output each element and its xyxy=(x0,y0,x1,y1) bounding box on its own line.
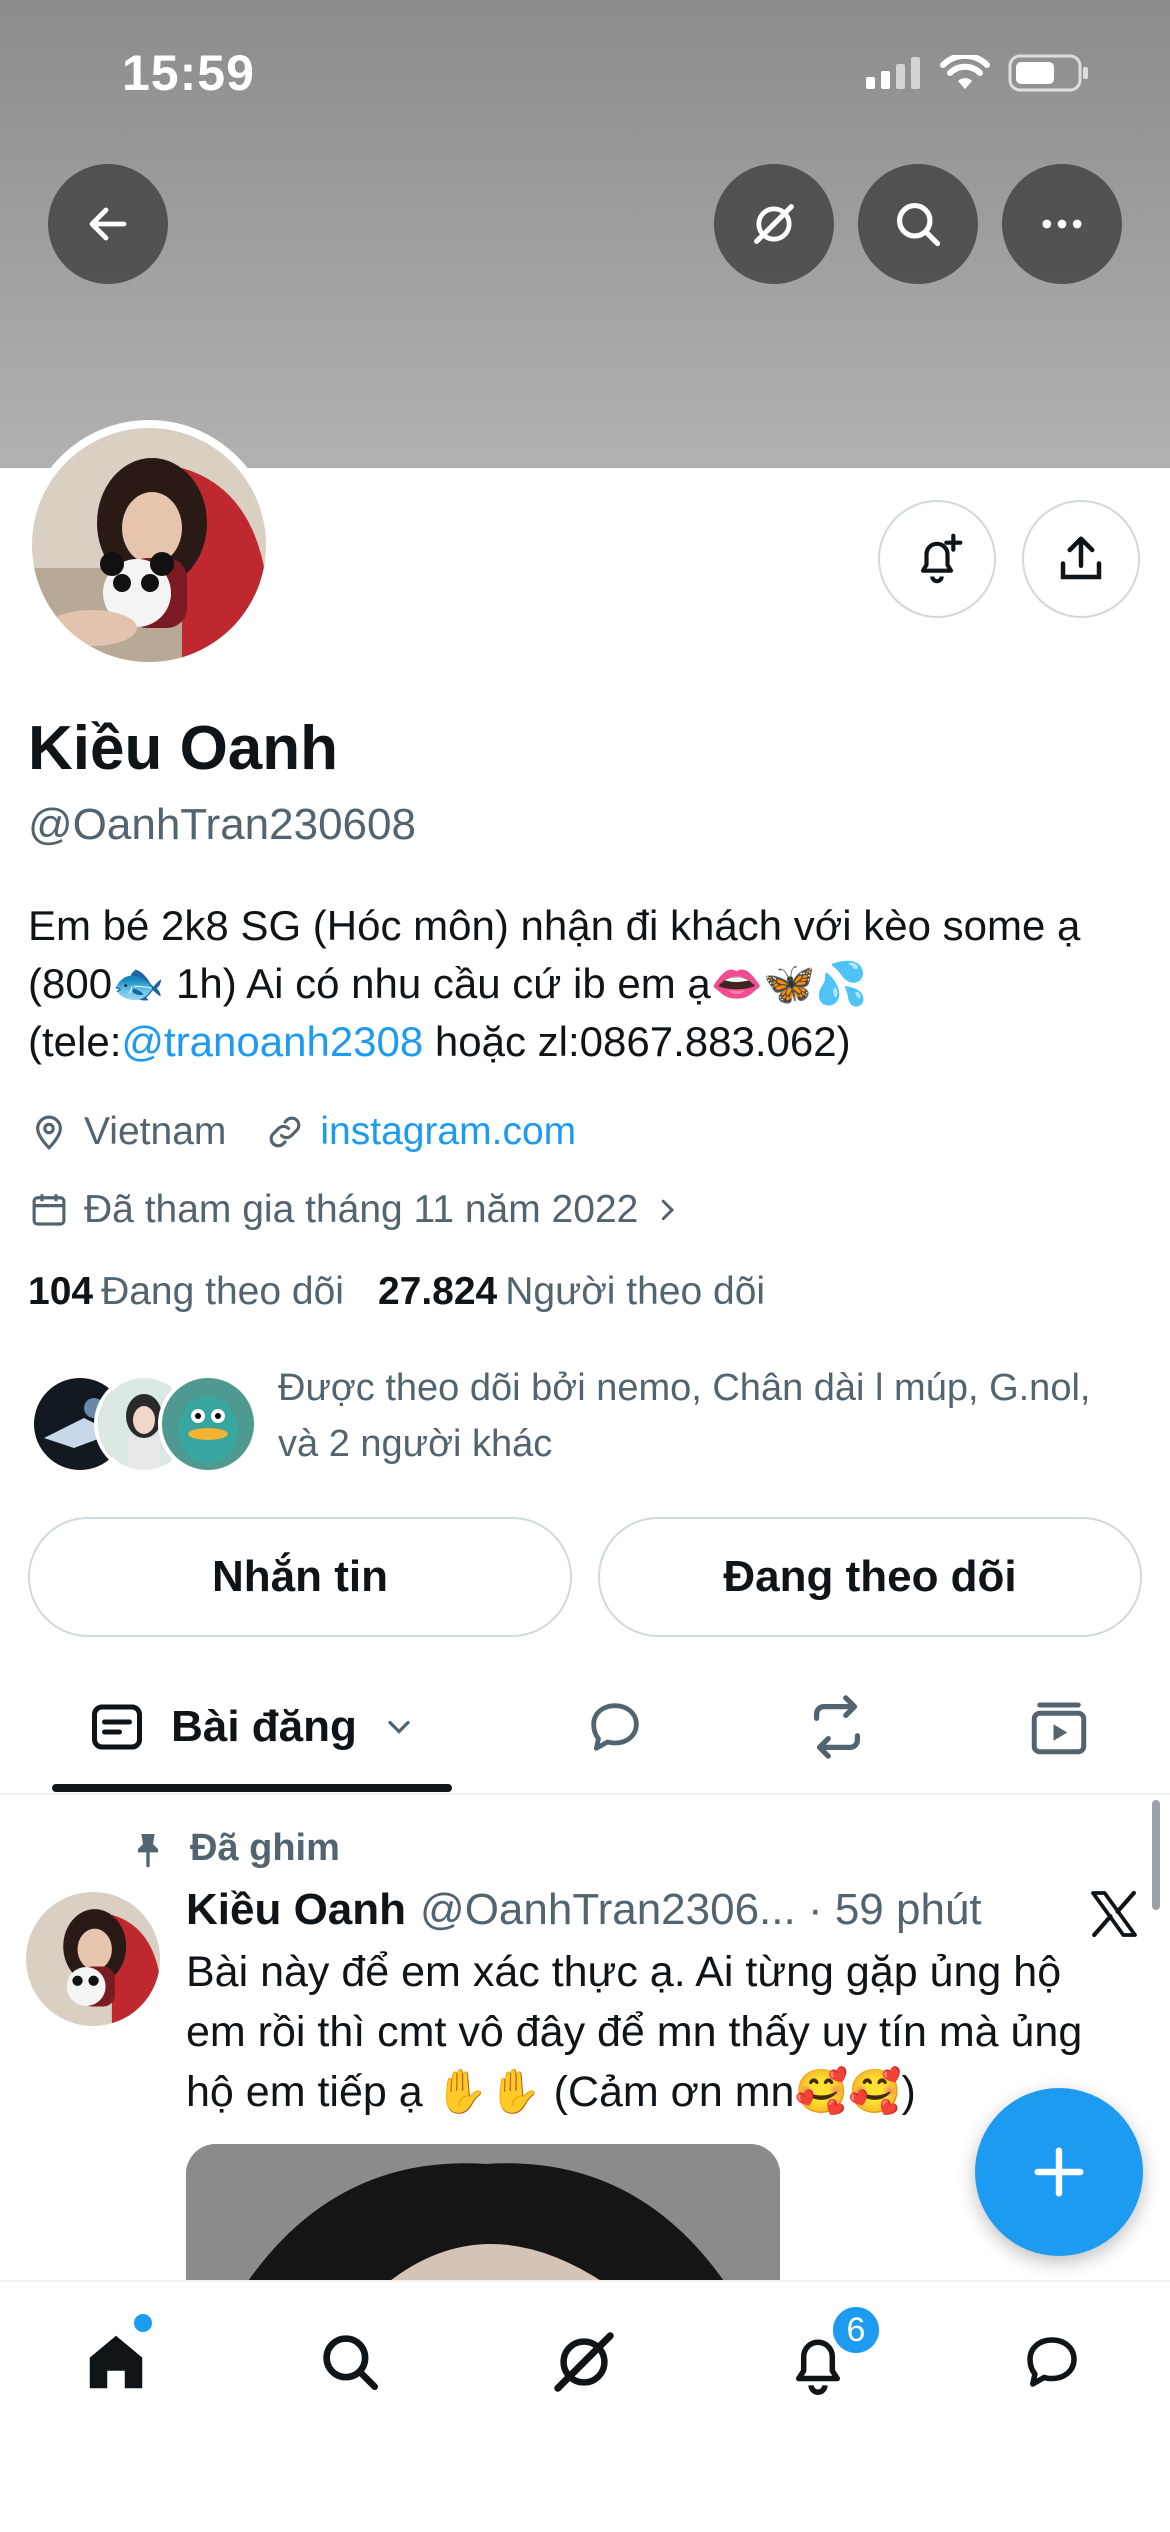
location-pin-icon xyxy=(28,1111,70,1153)
grok-icon xyxy=(754,204,794,244)
profile-handle: @OanhTran230608 xyxy=(28,800,416,849)
share-profile-button[interactable] xyxy=(1022,500,1140,618)
notification-badge: 6 xyxy=(830,2304,882,2356)
profile-avatar-frame xyxy=(24,420,274,670)
followers-stat[interactable]: 27.824 Người theo dõi xyxy=(378,1270,765,1314)
grok-icon xyxy=(554,2332,614,2392)
post-text-line: em rồi thì cmt vô đây để mn thấy uy tín … xyxy=(186,2008,1083,2056)
telegram-mention-link[interactable]: @tranoanh2308 xyxy=(121,1018,423,1065)
joined-date: Đã tham gia tháng 11 năm 2022 xyxy=(84,1188,639,1231)
location-website-row: Vietnam instagram.com xyxy=(28,1110,576,1154)
followed-by-line: và 2 người khác xyxy=(278,1423,553,1465)
home-icon xyxy=(89,2335,143,2389)
active-tab-indicator xyxy=(52,1784,452,1792)
following-button[interactable]: Đang theo dõi xyxy=(598,1517,1142,1637)
post-author-avatar[interactable] xyxy=(26,1892,160,2026)
message-bubble-icon xyxy=(1027,2337,1077,2387)
followed-by-avatars[interactable] xyxy=(30,1374,260,1474)
chevron-right-icon xyxy=(652,1195,682,1225)
video-stack-icon xyxy=(1031,1702,1087,1754)
followed-by-line: Được theo dõi bởi nemo, Chân dài l múp, … xyxy=(278,1367,1091,1409)
chevron-down-icon xyxy=(388,1720,410,1734)
more-options-button[interactable] xyxy=(1002,164,1122,284)
status-time: 15:59 xyxy=(122,45,255,101)
profile-tabs: Bài đăng xyxy=(0,1660,1170,1795)
status-icons xyxy=(866,54,1090,92)
post-text-line: Bài này để em xác thực ạ. Ai từng gặp ủn… xyxy=(186,1948,1062,1996)
notification-subscribe-button[interactable] xyxy=(878,500,996,618)
post-author-name[interactable]: Kiều Oanh xyxy=(186,1885,406,1935)
followers-count: 27.824 xyxy=(377,1270,498,1313)
cellular-signal-icon xyxy=(866,57,920,89)
pin-icon xyxy=(138,1833,158,1867)
bio-text: (tele: xyxy=(28,1018,122,1065)
profile-location: Vietnam xyxy=(84,1110,227,1153)
profile-website-link[interactable]: instagram.com xyxy=(320,1110,576,1154)
tab-media[interactable] xyxy=(1004,1660,1114,1793)
profile-name: Kiều Oanh xyxy=(28,714,339,783)
battery-icon xyxy=(1008,54,1088,92)
search-icon xyxy=(323,2335,379,2391)
post-media-image[interactable] xyxy=(186,2144,780,2284)
followers-label: Người theo dõi xyxy=(505,1270,766,1313)
home-unread-dot xyxy=(134,2314,152,2332)
repost-icon xyxy=(813,1694,861,1759)
tab-posts[interactable]: Bài đăng xyxy=(52,1660,452,1793)
post-text: Bài này để em xác thực ạ. Ai từng gặp ủn… xyxy=(186,1942,1126,2122)
search-button[interactable] xyxy=(858,164,978,284)
bio-line: Em bé 2k8 SG (Hóc môn) nhận đi khách với… xyxy=(28,902,1081,949)
status-bar: 15:59 xyxy=(0,0,1170,150)
back-button[interactable] xyxy=(48,164,168,284)
follow-stats: 104 Đang theo dõi 27.824 Người theo dõi xyxy=(28,1270,765,1314)
scrollbar[interactable] xyxy=(1152,1800,1160,1910)
reply-bubble-icon xyxy=(591,1702,639,1751)
nav-grok[interactable] xyxy=(534,2312,634,2412)
bio-line: (800🐟 1h) Ai có nhu cầu cứ ib em ạ👄🦋💦 xyxy=(28,960,868,1007)
follower-avatar xyxy=(158,1374,258,1474)
post-text-line: hộ em tiếp ạ ✋✋ (Cảm ơn mn🥰🥰) xyxy=(186,2068,916,2116)
search-icon xyxy=(896,202,941,247)
tab-posts-label: Bài đăng xyxy=(171,1701,357,1751)
pinned-label-row: Đã ghim xyxy=(128,1827,340,1870)
bio-text: hoặc zl:0867.883.062) xyxy=(423,1018,851,1065)
profile-bio: Em bé 2k8 SG (Hóc môn) nhận đi khách với… xyxy=(28,897,1148,1071)
share-upload-icon xyxy=(1060,536,1102,580)
nav-search[interactable] xyxy=(300,2312,400,2412)
tab-reposts[interactable] xyxy=(782,1660,892,1793)
tab-replies[interactable] xyxy=(560,1660,670,1793)
pinned-label: Đã ghim xyxy=(190,1827,340,1869)
post-author-handle-time: @OanhTran2306... · 59 phút xyxy=(420,1885,982,1934)
profile-avatar[interactable] xyxy=(32,428,266,662)
message-button[interactable]: Nhắn tin xyxy=(28,1517,572,1637)
followed-by-text[interactable]: Được theo dõi bởi nemo, Chân dài l múp, … xyxy=(278,1360,1138,1472)
posts-icon xyxy=(92,1704,143,1749)
following-count: 104 xyxy=(28,1270,94,1313)
x-logo-icon[interactable] xyxy=(1086,1886,1142,1942)
joined-date-row[interactable]: Đã tham gia tháng 11 năm 2022 xyxy=(28,1188,696,1232)
wifi-icon xyxy=(940,55,990,89)
grok-button[interactable] xyxy=(714,164,834,284)
post-header: Kiều Oanh @OanhTran2306... · 59 phút xyxy=(186,1885,982,1935)
following-stat[interactable]: 104 Đang theo dõi xyxy=(28,1270,344,1314)
avatar-photo xyxy=(32,428,266,662)
bell-plus-icon xyxy=(920,533,963,584)
plus-icon xyxy=(1034,2147,1084,2197)
nav-messages[interactable] xyxy=(1002,2312,1102,2412)
bio-line: (tele:@tranoanh2308 hoặc zl:0867.883.062… xyxy=(28,1013,1148,1071)
compose-post-button[interactable] xyxy=(975,2088,1143,2256)
calendar-icon xyxy=(28,1189,70,1231)
back-arrow-icon xyxy=(89,207,127,241)
link-icon xyxy=(264,1111,306,1153)
following-label: Đang theo dõi xyxy=(101,1270,344,1313)
bottom-navigation: 6 xyxy=(0,2280,1170,2532)
more-dots-icon xyxy=(1042,219,1082,229)
